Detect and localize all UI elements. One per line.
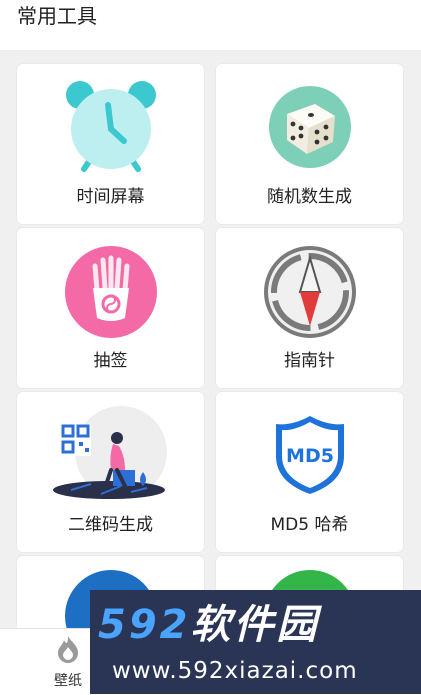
watermark-overlay: 592软件园 www.592xiazai.com	[90, 590, 421, 694]
md5-shield-icon: MD5	[275, 416, 344, 494]
watermark-url: www.592xiazai.com	[112, 658, 358, 684]
top-bar: 常用工具	[0, 0, 421, 50]
nav-item-label: 壁纸	[54, 673, 82, 689]
tool-label: 随机数生成	[267, 187, 352, 207]
tool-card-time-screen[interactable]: 时间屏幕	[17, 64, 204, 224]
flame-icon	[58, 636, 78, 663]
svg-text:MD5: MD5	[286, 445, 334, 467]
watermark-brand-number: 592	[98, 602, 191, 648]
tool-card-qr-generator[interactable]: 二维码生成	[17, 392, 204, 552]
tool-card-random-number[interactable]: 随机数生成	[216, 64, 403, 224]
qr-code-illustration-icon	[52, 406, 167, 499]
alarm-clock-icon	[65, 81, 156, 172]
dice-icon	[268, 86, 351, 168]
tool-card-compass[interactable]: 指南针	[216, 228, 403, 388]
compass-icon	[263, 246, 356, 338]
tools-grid: 时间屏幕 随机数生成 抽签 指南针 二维码生成 MD5 MD5 哈希	[0, 50, 421, 628]
watermark-brand-text: 软件园	[190, 602, 320, 648]
page-title: 常用工具	[17, 4, 97, 28]
tool-label: 指南针	[284, 351, 335, 371]
tool-label: 时间屏幕	[76, 187, 145, 207]
tool-card-draw-lots[interactable]: 抽签	[17, 228, 204, 388]
fortune-sticks-icon	[64, 246, 157, 338]
nav-item-wallpaper[interactable]: 壁纸	[44, 635, 92, 691]
tool-label: 二维码生成	[68, 515, 153, 535]
watermark-brand: 592软件园	[98, 602, 320, 648]
tool-label: 抽签	[93, 351, 128, 371]
tool-card-md5-hash[interactable]: MD5 MD5 哈希	[216, 392, 403, 552]
tool-label: MD5 哈希	[270, 515, 349, 535]
